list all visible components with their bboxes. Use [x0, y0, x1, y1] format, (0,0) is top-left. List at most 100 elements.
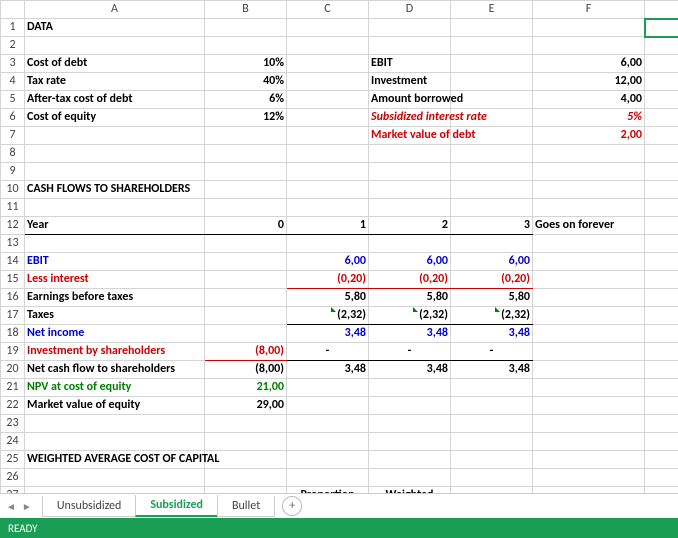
cell[interactable] [645, 397, 678, 415]
cell[interactable] [287, 145, 369, 163]
row-header-5[interactable]: 5 [1, 91, 25, 109]
cell[interactable] [451, 469, 533, 487]
cell[interactable] [25, 199, 205, 217]
cell-A17[interactable]: Taxes [25, 307, 205, 325]
cell[interactable] [533, 253, 645, 271]
cell[interactable] [287, 55, 369, 73]
cell[interactable] [533, 181, 645, 199]
cell[interactable] [451, 397, 533, 415]
cell[interactable] [205, 181, 287, 199]
cell[interactable] [205, 325, 287, 343]
cell[interactable] [369, 433, 451, 451]
cell[interactable] [533, 343, 645, 361]
row-header-4[interactable]: 4 [1, 73, 25, 91]
cell[interactable] [205, 163, 287, 181]
cell[interactable] [369, 397, 451, 415]
cell-E16[interactable]: 5,80 [451, 289, 533, 307]
row-header-15[interactable]: 15 [1, 271, 25, 289]
cell-B22[interactable]: 29,00 [205, 397, 287, 415]
cell-A19[interactable]: Investment by shareholders [25, 343, 205, 361]
cell-E12[interactable]: 3 [451, 217, 533, 235]
cell[interactable] [533, 145, 645, 163]
cell[interactable] [451, 19, 533, 37]
cell[interactable] [533, 361, 645, 379]
cell[interactable] [369, 415, 451, 433]
col-header-F[interactable]: F [533, 1, 645, 19]
cell[interactable] [451, 73, 533, 91]
cell[interactable] [287, 451, 369, 469]
cell-C18[interactable]: 3,48 [287, 325, 369, 343]
cell[interactable] [287, 379, 369, 397]
cell-B4[interactable]: 40% [205, 73, 287, 91]
cell[interactable] [451, 145, 533, 163]
cell-C19[interactable]: - [287, 343, 369, 361]
cell[interactable] [287, 19, 369, 37]
tab-bullet[interactable]: Bullet [217, 496, 275, 517]
cell[interactable] [533, 199, 645, 217]
cell[interactable] [645, 109, 678, 127]
cell-C17[interactable]: (2,32) [287, 307, 369, 325]
cell[interactable] [369, 145, 451, 163]
cell-B6[interactable]: 12% [205, 109, 287, 127]
cell[interactable] [451, 379, 533, 397]
cell[interactable] [287, 469, 369, 487]
cell[interactable] [369, 379, 451, 397]
cell-F7[interactable]: 2,00 [533, 127, 645, 145]
cell-F6[interactable]: 5% [533, 109, 645, 127]
cell-B3[interactable]: 10% [205, 55, 287, 73]
row-header-17[interactable]: 17 [1, 307, 25, 325]
cell[interactable] [533, 415, 645, 433]
cell-A15[interactable]: Less interest [25, 271, 205, 289]
cell[interactable] [645, 433, 678, 451]
cell[interactable] [645, 325, 678, 343]
row-header-20[interactable]: 20 [1, 361, 25, 379]
cell[interactable] [287, 181, 369, 199]
cell-F5[interactable]: 4,00 [533, 91, 645, 109]
cell[interactable] [533, 163, 645, 181]
cell-D17[interactable]: (2,32) [369, 307, 451, 325]
cell[interactable] [645, 289, 678, 307]
cell-F4[interactable]: 12,00 [533, 73, 645, 91]
cell[interactable] [205, 253, 287, 271]
cell[interactable] [645, 271, 678, 289]
cell[interactable] [25, 145, 205, 163]
cell[interactable] [205, 127, 287, 145]
tab-prev-icon[interactable]: ◄ [6, 500, 16, 513]
cell[interactable] [645, 361, 678, 379]
cell[interactable] [645, 307, 678, 325]
cell[interactable] [25, 469, 205, 487]
cell[interactable] [451, 199, 533, 217]
cell-D16[interactable]: 5,80 [369, 289, 451, 307]
cell[interactable] [25, 37, 205, 55]
cell[interactable] [287, 73, 369, 91]
cell-A16[interactable]: Earnings before taxes [25, 289, 205, 307]
cell[interactable] [645, 469, 678, 487]
cell[interactable] [369, 469, 451, 487]
cell[interactable] [25, 163, 205, 181]
cell-A20[interactable]: Net cash flow to shareholders [25, 361, 205, 379]
cell[interactable] [645, 253, 678, 271]
cell-B12[interactable]: 0 [205, 217, 287, 235]
cell[interactable] [645, 343, 678, 361]
cell-D7[interactable]: Market value of debt [369, 127, 451, 145]
cell[interactable] [205, 145, 287, 163]
cell[interactable] [645, 37, 678, 55]
cell[interactable] [645, 55, 678, 73]
cell-D14[interactable]: 6,00 [369, 253, 451, 271]
cell-A5[interactable]: After-tax cost of debt [25, 91, 205, 109]
cell-C15[interactable]: (0,20) [287, 271, 369, 289]
cell-C12[interactable]: 1 [287, 217, 369, 235]
cell-G1-selected[interactable] [645, 19, 678, 37]
cell-A1[interactable]: DATA [25, 19, 205, 37]
cell-D18[interactable]: 3,48 [369, 325, 451, 343]
cell[interactable] [25, 433, 205, 451]
cell[interactable] [645, 451, 678, 469]
cell[interactable] [25, 127, 205, 145]
cell[interactable] [287, 127, 369, 145]
cell[interactable] [533, 325, 645, 343]
cell-E17[interactable]: (2,32) [451, 307, 533, 325]
cell-A25[interactable]: WEIGHTED AVERAGE COST OF CAPITAL [25, 451, 205, 469]
row-header-7[interactable]: 7 [1, 127, 25, 145]
cell[interactable] [451, 181, 533, 199]
row-header-3[interactable]: 3 [1, 55, 25, 73]
